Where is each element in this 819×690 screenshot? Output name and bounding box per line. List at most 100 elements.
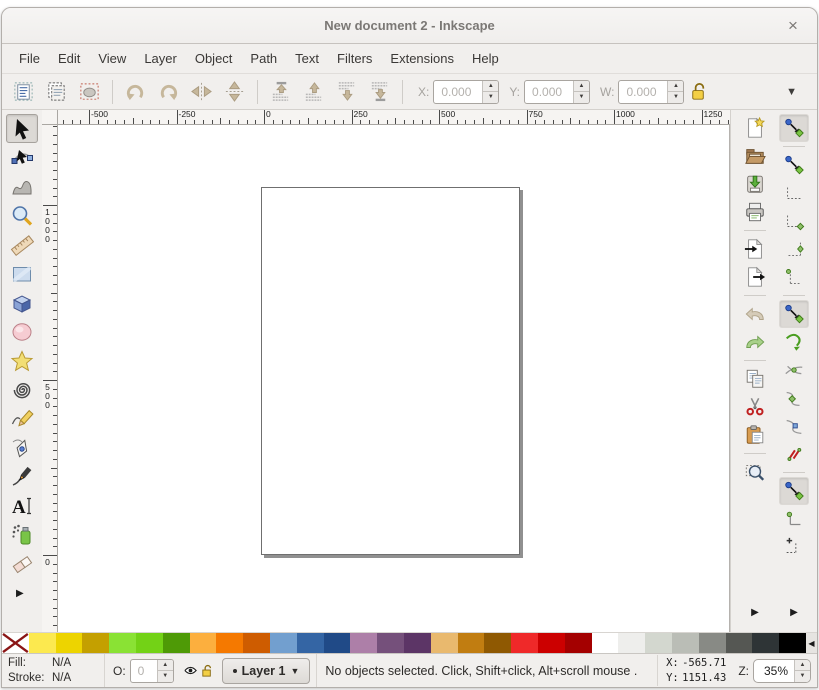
palette-swatch[interactable] [109,633,136,653]
snap-path-intersections-icon[interactable] [779,356,809,384]
palette-swatch[interactable] [672,633,699,653]
w-value[interactable]: 0.000 [619,81,667,103]
snap-others-icon[interactable] [779,477,809,505]
undo-icon[interactable] [740,300,770,328]
palette-swatch[interactable] [216,633,243,653]
tool-bezier-pen[interactable] [6,433,38,462]
tool-box-3d[interactable] [6,288,38,317]
palette-swatch[interactable] [163,633,190,653]
palette-swatch[interactable] [29,633,56,653]
select-all-layers-icon[interactable] [41,77,72,107]
tool-measure[interactable] [6,230,38,259]
flip-horizontal-icon[interactable] [186,77,217,107]
lower-to-bottom-icon[interactable] [364,77,395,107]
spin-down-icon[interactable]: ▼ [483,91,498,103]
save-icon[interactable] [740,170,770,198]
spin-down-icon[interactable]: ▼ [795,670,810,682]
import-icon[interactable] [740,235,770,263]
opacity-value[interactable]: 0 [131,660,157,682]
spin-up-icon[interactable]: ▲ [668,81,683,92]
tool-ellipse[interactable] [6,317,38,346]
y-value[interactable]: 0.000 [525,81,573,103]
palette-swatch[interactable] [404,633,431,653]
palette-swatch[interactable] [538,633,565,653]
menu-item-help[interactable]: Help [463,47,508,70]
raise-to-top-icon[interactable] [265,77,296,107]
snap-object-centers-icon[interactable] [779,505,809,533]
layer-selector[interactable]: Layer 1 ▼ [222,658,311,684]
palette-swatch-none[interactable] [2,633,29,653]
spin-up-icon[interactable]: ▲ [795,660,810,671]
palette-swatch[interactable] [645,633,672,653]
toolbox-expand-icon[interactable]: ▶ [10,584,30,603]
y-spinner[interactable]: 0.000 ▲▼ [524,80,590,104]
document-page[interactable] [261,187,520,555]
redo-icon[interactable] [740,328,770,356]
snap-cusp-nodes-icon[interactable] [779,384,809,412]
palette-scroll-icon[interactable]: ◀ [806,633,817,653]
palette-swatch[interactable] [243,633,270,653]
titlebar[interactable]: New document 2 - Inkscape × [2,8,817,44]
toolbar-overflow-icon[interactable]: ▼ [786,86,797,98]
tool-pencil[interactable] [6,404,38,433]
raise-icon[interactable] [298,77,329,107]
open-icon[interactable] [740,142,770,170]
tool-node-editor[interactable] [6,143,38,172]
spin-down-icon[interactable]: ▼ [158,670,173,682]
tool-text[interactable]: A [6,491,38,520]
palette-swatch[interactable] [136,633,163,653]
spin-down-icon[interactable]: ▼ [668,91,683,103]
tool-spray[interactable] [6,520,38,549]
new-document-icon[interactable] [740,114,770,142]
tool-zoom[interactable] [6,201,38,230]
copy-icon[interactable] [740,365,770,393]
commands-expand-icon[interactable]: ▶ [745,603,765,622]
palette-swatch[interactable] [484,633,511,653]
tool-star[interactable] [6,346,38,375]
menu-item-view[interactable]: View [89,47,135,70]
palette-swatch[interactable] [752,633,779,653]
print-icon[interactable] [740,198,770,226]
spin-down-icon[interactable]: ▼ [574,91,589,103]
menu-item-edit[interactable]: Edit [49,47,89,70]
snap-line-midpoints-icon[interactable] [779,440,809,468]
palette-swatch[interactable] [324,633,351,653]
palette-swatch[interactable] [350,633,377,653]
lock-ratio-icon[interactable] [686,77,710,107]
snap-expand-icon[interactable]: ▶ [784,603,804,622]
layer-visibility-icon[interactable] [182,662,199,679]
tool-tweak[interactable] [6,172,38,201]
export-icon[interactable] [740,263,770,291]
snap-rotation-centers-icon[interactable] [779,533,809,561]
w-spinner[interactable]: 0.000 ▲▼ [618,80,684,104]
palette-swatch[interactable] [377,633,404,653]
tool-rectangle[interactable] [6,259,38,288]
snap-smooth-nodes-icon[interactable] [779,412,809,440]
menu-item-text[interactable]: Text [286,47,328,70]
palette-swatch[interactable] [82,633,109,653]
cut-icon[interactable] [740,393,770,421]
snap-bbox-centers-icon[interactable] [779,263,809,291]
menu-item-path[interactable]: Path [241,47,286,70]
palette-swatch[interactable] [431,633,458,653]
opacity-spinner[interactable]: 0 ▲▼ [130,659,174,683]
vertical-ruler[interactable]: 10005000 [42,125,58,632]
close-button[interactable]: × [783,16,803,36]
rotate-cw-icon[interactable] [153,77,184,107]
x-spinner[interactable]: 0.000 ▲▼ [433,80,499,104]
lower-icon[interactable] [331,77,362,107]
zoom-value[interactable]: 35% [754,660,794,682]
menu-item-layer[interactable]: Layer [135,47,186,70]
palette-swatch[interactable] [699,633,726,653]
tool-calligraphy[interactable] [6,462,38,491]
fill-stroke-indicator[interactable]: Fill: N/A Stroke: N/A [8,656,104,685]
zoom-spinner[interactable]: 35% ▲▼ [753,659,811,683]
palette-swatch[interactable] [458,633,485,653]
x-value[interactable]: 0.000 [434,81,482,103]
palette-swatch[interactable] [592,633,619,653]
rotate-ccw-icon[interactable] [120,77,151,107]
spin-up-icon[interactable]: ▲ [574,81,589,92]
palette-swatch[interactable] [565,633,592,653]
snap-to-paths-icon[interactable] [779,328,809,356]
snap-bounding-box-icon[interactable] [779,151,809,179]
